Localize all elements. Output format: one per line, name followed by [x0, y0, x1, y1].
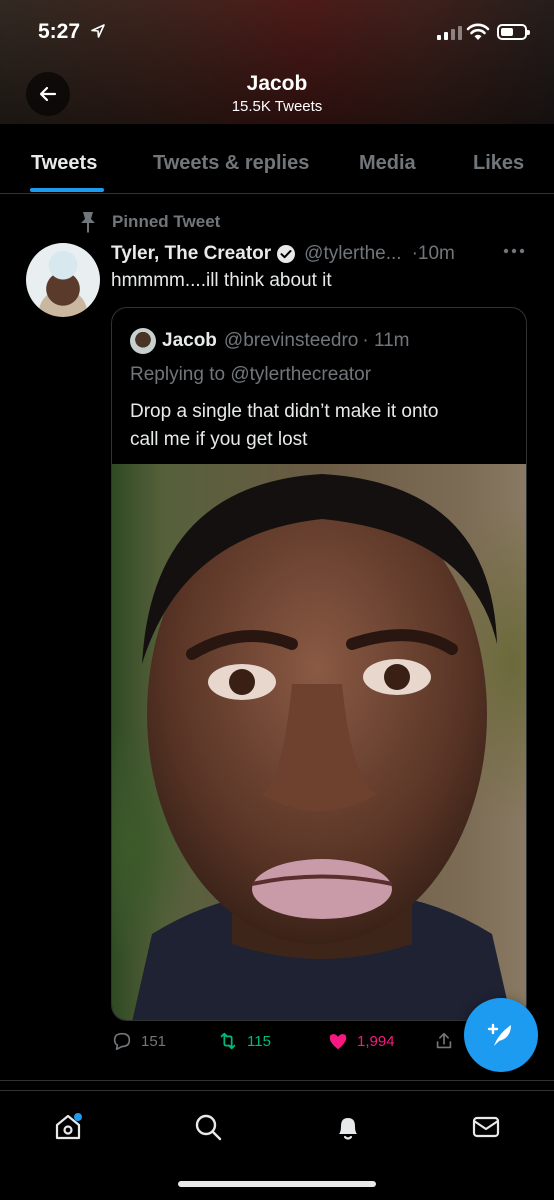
share-icon: [436, 1032, 452, 1049]
retweet-icon: [220, 1032, 236, 1050]
quoted-tweet-card[interactable]: Jacob @brevinsteedro · 11m Replying to @…: [111, 307, 527, 1021]
pinned-indicator: Pinned Tweet: [78, 210, 220, 234]
tab-likes[interactable]: Likes: [473, 152, 524, 175]
like-button[interactable]: 1,994: [327, 1030, 395, 1052]
more-icon[interactable]: [501, 244, 527, 258]
home-notification-dot: [74, 1113, 82, 1121]
tab-tweets-and-replies[interactable]: Tweets & replies: [153, 152, 309, 175]
compose-icon: [487, 1023, 511, 1046]
status-bar: 5:27: [0, 0, 554, 64]
tweet-author-handle[interactable]: @tylerthe...: [304, 243, 401, 265]
reply-icon: [113, 1032, 131, 1051]
notifications-icon: [339, 1118, 357, 1140]
retweet-button[interactable]: 115: [217, 1030, 271, 1052]
quoted-text-line-2: call me if you get lost: [130, 429, 308, 450]
battery-icon: [497, 24, 530, 40]
tweet-count: 15.5K Tweets: [231, 98, 323, 115]
active-tab-indicator: [30, 188, 104, 192]
tweet-text: hmmmm....ill think about it: [111, 270, 332, 291]
tweet-author-avatar[interactable]: [26, 243, 100, 317]
profile-tabs: Tweets Tweets & replies Media Likes: [0, 124, 554, 194]
cellular-signal-icon: [437, 26, 462, 40]
quoted-tweet-text: Drop a single that didn’t make it onto c…: [130, 398, 510, 454]
pinned-label: Pinned Tweet: [112, 212, 221, 231]
quoted-tweet-header: Jacob @brevinsteedro · 11m: [130, 328, 410, 354]
replying-to-label: Replying to @tylerthecreator: [130, 364, 372, 385]
wifi-icon: [466, 23, 490, 40]
messages-icon: [472, 1116, 500, 1138]
tweet-divider: [0, 1080, 554, 1081]
reply-button[interactable]: 151: [111, 1030, 166, 1052]
home-indicator[interactable]: [178, 1181, 376, 1187]
profile-header-banner: 5:27 Jacob 15.5K Tweets: [0, 0, 554, 124]
like-count: 1,994: [357, 1032, 395, 1050]
tweet-actions: 151 115 1,994: [111, 1030, 461, 1060]
quoted-author-avatar: [130, 328, 156, 354]
nav-notifications[interactable]: [328, 1107, 368, 1147]
retweet-count: 115: [247, 1032, 271, 1050]
tab-tweets[interactable]: Tweets: [31, 152, 97, 175]
quoted-timestamp: · 11m: [362, 330, 410, 351]
search-icon: [195, 1114, 222, 1141]
tweet-author-name[interactable]: Tyler, The Creator: [111, 243, 271, 265]
pin-icon: [81, 212, 95, 233]
tweet-header: Tyler, The Creator @tylerthe... ·10m: [111, 240, 531, 268]
verified-badge-icon: [277, 245, 296, 263]
share-button[interactable]: [433, 1030, 455, 1052]
nav-search[interactable]: [188, 1107, 228, 1147]
quoted-text-line-1: Drop a single that didn’t make it onto: [130, 401, 439, 422]
location-arrow-icon: [91, 24, 105, 38]
reply-count: 151: [141, 1032, 167, 1050]
quoted-author-handle: @brevinsteedro: [223, 330, 359, 351]
status-time: 5:27: [38, 20, 81, 43]
tweet-timestamp: ·10m: [411, 243, 455, 264]
tab-media[interactable]: Media: [359, 152, 416, 175]
nav-messages[interactable]: [466, 1107, 506, 1147]
photo-illustration: [132, 474, 512, 1020]
heart-icon: [329, 1034, 347, 1050]
quoted-tweet-photo[interactable]: [112, 464, 526, 1020]
nav-home[interactable]: [48, 1107, 88, 1147]
quoted-author-name: Jacob: [162, 330, 217, 351]
header-title: Jacob 15.5K Tweets: [0, 72, 554, 115]
profile-name: Jacob: [246, 72, 308, 95]
compose-tweet-button[interactable]: [464, 998, 538, 1072]
